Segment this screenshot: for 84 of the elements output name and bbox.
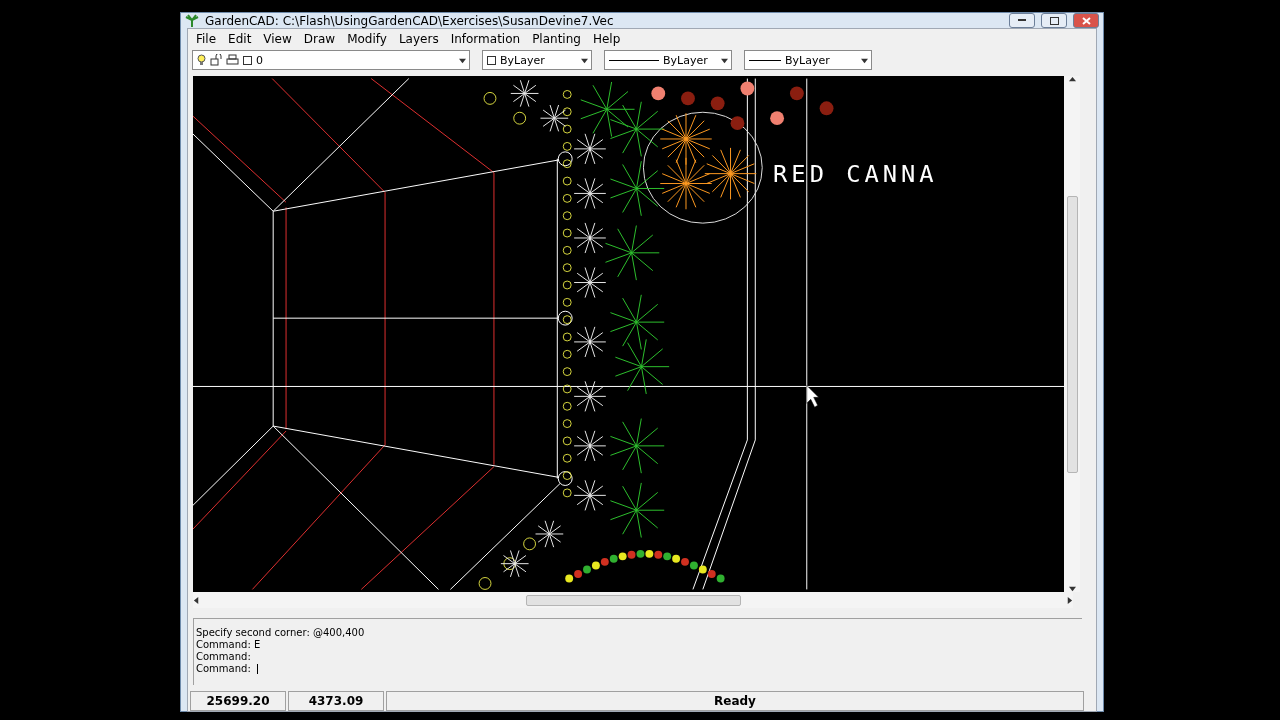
printer-icon[interactable] (226, 54, 239, 66)
arrow-icon[interactable] (580, 56, 588, 64)
post-symbol (557, 310, 573, 326)
plant-symbol (573, 326, 607, 358)
color-swatch-icon (487, 55, 496, 65)
close-button[interactable] (1073, 13, 1099, 28)
palm-symbol (609, 101, 665, 157)
menu-item[interactable]: Help (586, 31, 627, 46)
menu-item[interactable]: Edit (222, 31, 258, 46)
lineweight-dropdown[interactable]: ByLayer (744, 50, 872, 70)
line-sample-icon (609, 58, 659, 62)
flower-symbol (730, 116, 745, 131)
plant-symbol (539, 104, 569, 132)
menu-item[interactable]: View (257, 31, 298, 46)
close-icon (1081, 16, 1091, 25)
command-window[interactable]: Specify second corner: @400,400 Command: E Command: Command: (193, 618, 1082, 685)
plant-symbol (573, 266, 607, 299)
arrow-icon[interactable] (1068, 76, 1076, 83)
canna-symbol (659, 157, 713, 210)
palm-symbol (609, 160, 665, 217)
flower-symbol (710, 96, 725, 111)
palm-symbol (580, 81, 635, 138)
arrow-icon[interactable] (458, 56, 466, 64)
command-line: Command: E (196, 639, 261, 651)
menu-item[interactable]: Layers (392, 31, 445, 46)
canna-symbol (704, 147, 757, 200)
arrow-icon[interactable] (720, 56, 728, 64)
plant-symbol (573, 222, 607, 254)
maximize-icon (1049, 16, 1059, 25)
post-symbol (557, 471, 573, 486)
palm-symbol (609, 482, 665, 538)
menu-item[interactable]: Planting (526, 31, 587, 46)
command-line: Command: (196, 651, 251, 663)
maximize-button[interactable] (1041, 13, 1067, 28)
pointer-cursor-icon (806, 385, 819, 408)
flower-symbol (789, 86, 804, 101)
menu-item[interactable]: Modify (341, 31, 393, 46)
window-title: GardenCAD: C:\Flash\UsingGardenCAD\Exercises\SusanDevine7.Vec (205, 13, 615, 28)
arrow-icon[interactable] (193, 596, 200, 604)
menu-item[interactable]: Information (444, 31, 527, 46)
layer-name: 0 (256, 53, 264, 67)
plant-symbol (535, 520, 564, 548)
layer-dropdown[interactable]: 0 (192, 50, 470, 70)
plant-symbol (573, 430, 607, 462)
shrub-symbol (483, 91, 497, 105)
plant-symbol (573, 479, 607, 511)
menu-item[interactable]: File (190, 31, 223, 46)
flower-symbol (770, 111, 784, 126)
plant-symbol (573, 133, 607, 165)
command-line: Command: (196, 663, 251, 675)
minimize-icon (1018, 19, 1026, 22)
arrow-icon[interactable] (860, 56, 868, 64)
plant-symbol (510, 79, 539, 108)
linetype-dropdown[interactable]: ByLayer (604, 50, 732, 70)
flower-symbol (651, 86, 666, 101)
y-coordinate: 4373.09 (288, 691, 384, 711)
palm-symbol (609, 294, 665, 350)
shrub-symbol (478, 577, 492, 590)
command-line: Specify second corner: @400,400 (196, 627, 365, 639)
minimize-button[interactable] (1009, 13, 1035, 28)
lightbulb-icon[interactable] (197, 54, 206, 66)
status-message: Ready (386, 691, 1084, 711)
menu-item[interactable]: Draw (297, 31, 342, 46)
line-sample-icon (749, 58, 781, 62)
palm-symbol (609, 418, 665, 474)
x-coordinate: 25699.20 (190, 691, 286, 711)
flower-symbol (819, 101, 834, 116)
plant-symbol (573, 177, 607, 209)
shrub-symbol (513, 111, 527, 125)
shrub-symbol (503, 557, 517, 571)
lock-icon[interactable] (210, 54, 222, 66)
text-caret (256, 664, 258, 674)
flower-symbol (740, 81, 755, 96)
flower-symbol (681, 91, 695, 106)
plant-symbol (500, 550, 530, 578)
shrub-symbol (523, 537, 536, 551)
palm-symbol (605, 225, 660, 281)
palm-symbol (614, 338, 670, 395)
plant-symbol (573, 380, 607, 412)
color-dropdown[interactable]: ByLayer (482, 50, 592, 70)
palm-icon (185, 13, 199, 28)
canna-symbol (659, 112, 713, 166)
post-symbol (557, 151, 573, 167)
color-swatch-icon (243, 55, 252, 65)
